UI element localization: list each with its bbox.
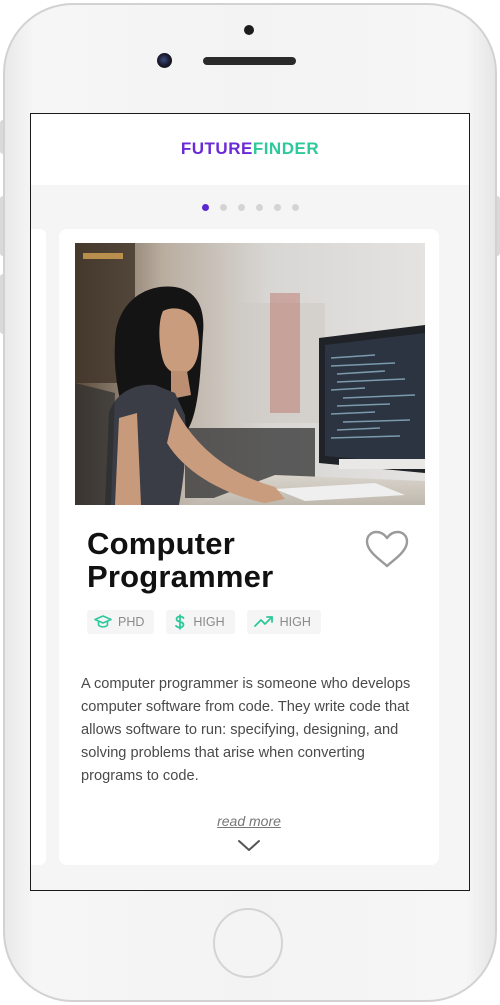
career-title: Computer Programmer <box>87 527 347 593</box>
read-more-link[interactable]: read more <box>59 813 439 829</box>
dollar-icon <box>175 614 185 630</box>
graduation-cap-icon <box>94 615 112 628</box>
previous-card-peek[interactable] <box>31 229 46 865</box>
app-logo: FUTUREFINDER <box>31 139 469 159</box>
growth-badge-label: HIGH <box>279 615 311 629</box>
career-title-line1: Computer <box>87 526 235 561</box>
education-badge: PHD <box>87 610 155 634</box>
career-description: A computer programmer is someone who dev… <box>81 676 411 784</box>
app-screen: FUTUREFINDER Computer Programmer PHD HIG… <box>30 113 470 891</box>
chevron-down-icon[interactable] <box>237 839 261 853</box>
growth-badge: HIGH <box>246 610 321 634</box>
carousel-pagination <box>31 204 469 212</box>
front-camera <box>157 53 172 68</box>
heart-outline-icon[interactable] <box>364 529 410 569</box>
career-card[interactable]: Computer Programmer PHD HIGH HIGH A comp… <box>59 229 439 865</box>
career-photo <box>75 243 425 505</box>
salary-badge-label: HIGH <box>193 615 225 629</box>
logo-future: FUTURE <box>180 139 253 158</box>
carousel-dot-3[interactable] <box>237 204 245 211</box>
career-badges: PHD HIGH HIGH <box>87 610 321 634</box>
earpiece-speaker <box>203 57 296 65</box>
career-title-line2: Programmer <box>87 559 274 594</box>
trending-up-icon <box>253 616 273 627</box>
app-header: FUTUREFINDER <box>31 114 469 185</box>
logo-finder: FINDER <box>252 139 320 158</box>
home-button[interactable] <box>213 908 283 978</box>
carousel-dot-1[interactable] <box>201 204 209 211</box>
carousel-dot-6[interactable] <box>291 204 299 211</box>
proximity-sensor <box>244 25 254 35</box>
carousel-dot-5[interactable] <box>273 204 281 211</box>
salary-badge: HIGH <box>166 610 235 634</box>
carousel-dot-4[interactable] <box>255 204 263 211</box>
carousel-dot-2[interactable] <box>219 204 227 211</box>
education-badge-label: PHD <box>118 615 145 629</box>
